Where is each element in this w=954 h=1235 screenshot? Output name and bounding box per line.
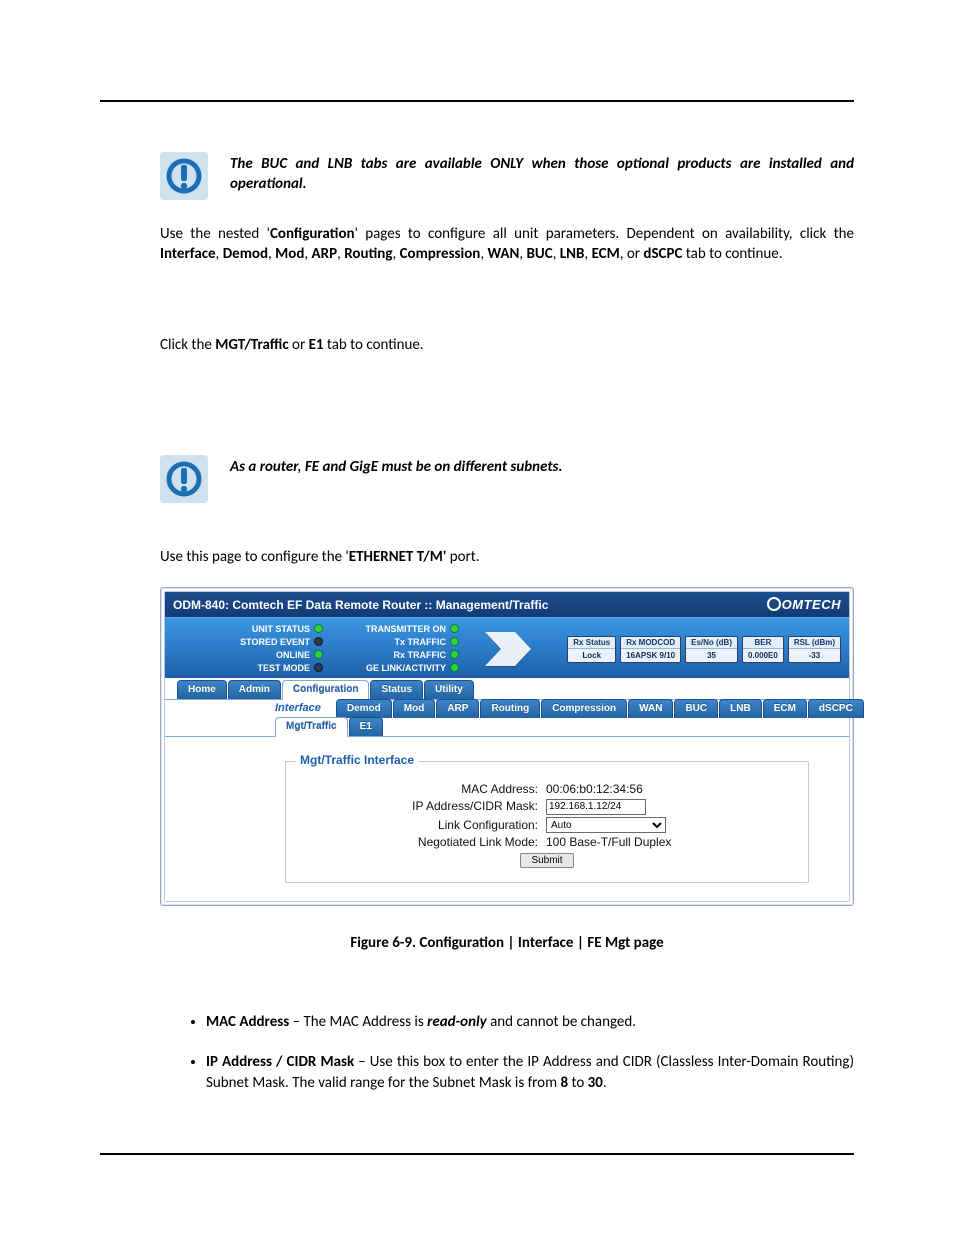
led-icon — [450, 650, 459, 659]
rx-esno-box: Es/No (dB)35 — [685, 636, 738, 663]
led-icon — [450, 637, 459, 646]
notice-1-text: The BUC and LNB tabs are available ONLY … — [230, 152, 854, 195]
ip-cidr-label: IP Address/CIDR Mask: — [316, 799, 546, 813]
info-icon — [160, 455, 208, 503]
brand-logo: OMTECH — [767, 597, 841, 612]
status-left: UNIT STATUS STORED EVENT ONLINE TEST MOD… — [173, 623, 323, 675]
bullet-mac: MAC Address – The MAC Address is read-on… — [206, 1012, 854, 1032]
info-icon — [160, 152, 208, 200]
neg-link-value: 100 Base-T/Full Duplex — [546, 835, 671, 849]
mac-address-label: MAC Address: — [316, 782, 546, 796]
tab-demod[interactable]: Demod — [336, 699, 392, 718]
rx-modcod-box: Rx MODCOD16APSK 9/10 — [620, 636, 681, 663]
tab-lnb[interactable]: LNB — [719, 699, 762, 718]
tab-dscpc[interactable]: dSCPC — [808, 699, 864, 718]
rx-readouts: Rx StatusLock Rx MODCOD16APSK 9/10 Es/No… — [567, 636, 841, 663]
top-rule — [100, 100, 854, 102]
rx-ber-box: BER0.000E0 — [742, 636, 784, 663]
neg-link-label: Negotiated Link Mode: — [316, 835, 546, 849]
link-config-label: Link Configuration: — [316, 818, 546, 832]
mgt-traffic-fieldset: Mgt/Traffic Interface MAC Address: 00:06… — [285, 761, 809, 883]
tab-arp[interactable]: ARP — [436, 699, 479, 718]
mac-address-value: 00:06:b0:12:34:56 — [546, 782, 643, 796]
tab-utility[interactable]: Utility — [424, 680, 474, 699]
notice-2: As a router, FE and GigE must be on diff… — [160, 455, 854, 503]
figure-caption: Figure 6-9. Configuration | Interface | … — [160, 934, 854, 952]
status-mid: TRANSMITTER ON Tx TRAFFIC Rx TRAFFIC GE … — [323, 623, 463, 675]
tab-status[interactable]: Status — [370, 680, 423, 699]
para-ethernet: Use this page to configure the 'ETHERNET… — [160, 547, 854, 567]
nav-tabs-secondary: Interface Demod Mod ARP Routing Compress… — [165, 699, 849, 718]
notice-1: The BUC and LNB tabs are available ONLY … — [160, 152, 854, 200]
tab-buc[interactable]: BUC — [674, 699, 718, 718]
tab-wan[interactable]: WAN — [628, 699, 673, 718]
tab-configuration[interactable]: Configuration — [282, 680, 370, 700]
tab-mgt-traffic[interactable]: Mgt/Traffic — [275, 717, 348, 737]
tab-home[interactable]: Home — [177, 680, 227, 699]
tab-e1[interactable]: E1 — [349, 717, 383, 736]
tab-admin[interactable]: Admin — [228, 680, 281, 699]
status-bar: UNIT STATUS STORED EVENT ONLINE TEST MOD… — [165, 617, 849, 678]
led-icon — [450, 663, 459, 672]
nav-tabs-primary: Home Admin Configuration Status Utility — [165, 680, 849, 700]
para-click-tab: Click the MGT/Traffic or E1 tab to conti… — [160, 335, 854, 355]
led-icon — [314, 663, 323, 672]
description-list: MAC Address – The MAC Address is read-on… — [180, 1012, 854, 1093]
tab-mod[interactable]: Mod — [393, 699, 436, 718]
link-config-select[interactable]: Auto — [546, 817, 666, 833]
embedded-screenshot: ODM-840: Comtech EF Data Remote Router :… — [160, 587, 854, 906]
arrow-separator-icon — [463, 632, 567, 666]
ip-cidr-input[interactable] — [546, 799, 646, 815]
page-body: The BUC and LNB tabs are available ONLY … — [0, 0, 954, 1195]
nav-tabs-tertiary: Mgt/Traffic E1 — [165, 717, 849, 737]
para-config-intro: Use the nested 'Configuration' pages to … — [160, 224, 854, 265]
rx-status-box: Rx StatusLock — [567, 636, 616, 663]
window-title: ODM-840: Comtech EF Data Remote Router :… — [173, 598, 548, 612]
fieldset-legend: Mgt/Traffic Interface — [296, 753, 418, 767]
led-icon — [314, 650, 323, 659]
bottom-rule — [100, 1153, 854, 1155]
notice-2-text: As a router, FE and GigE must be on diff… — [230, 455, 562, 477]
bullet-ip: IP Address / CIDR Mask – Use this box to… — [206, 1052, 854, 1093]
led-icon — [450, 624, 459, 633]
led-icon — [314, 624, 323, 633]
submit-button[interactable] — [520, 853, 573, 868]
tab-interface-lead: Interface — [275, 699, 335, 718]
window-title-bar: ODM-840: Comtech EF Data Remote Router :… — [165, 592, 849, 617]
led-icon — [314, 637, 323, 646]
rx-rsl-box: RSL (dBm)-33 — [788, 636, 841, 663]
tab-ecm[interactable]: ECM — [763, 699, 807, 718]
tab-compression[interactable]: Compression — [541, 699, 627, 718]
tab-routing[interactable]: Routing — [480, 699, 540, 718]
